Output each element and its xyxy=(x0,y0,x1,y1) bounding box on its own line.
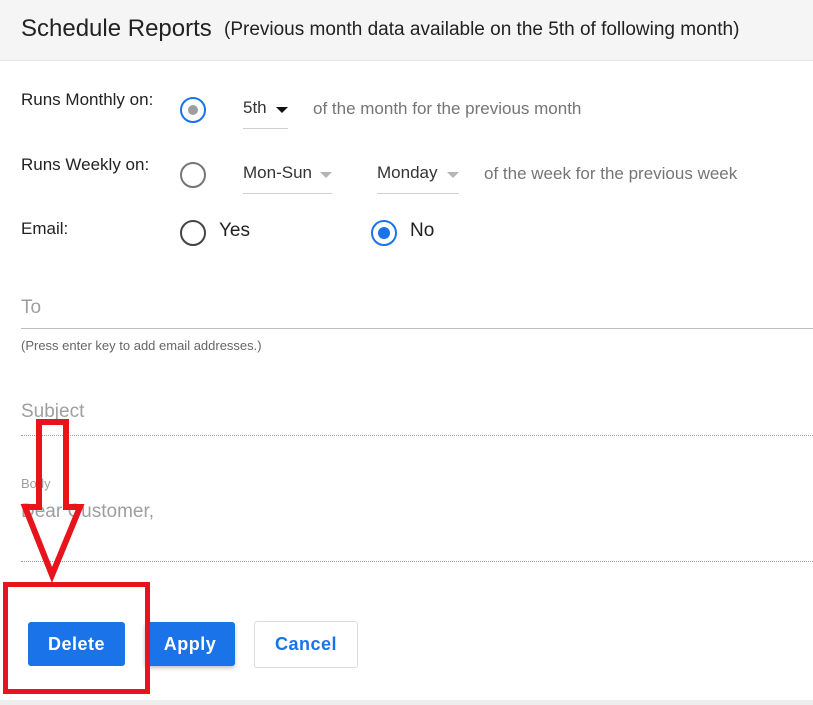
to-hint: (Press enter key to add email addresses.… xyxy=(21,338,262,353)
monthly-suffix: of the month for the previous month xyxy=(313,99,582,118)
footer-strip xyxy=(0,700,813,705)
radio-dot-icon xyxy=(188,105,198,115)
weekly-radio[interactable] xyxy=(180,162,206,188)
monthly-day-select[interactable]: 5th xyxy=(243,96,288,129)
delete-button[interactable]: Delete xyxy=(28,622,125,666)
weekly-day-value: Monday xyxy=(377,163,438,182)
weekly-day-select[interactable]: Monday xyxy=(377,161,459,194)
to-underline xyxy=(21,328,813,329)
page-title: Schedule Reports xyxy=(21,15,212,42)
page-subtitle: (Previous month data available on the 5t… xyxy=(224,19,740,40)
subject-label: Subject xyxy=(21,401,85,422)
monthly-day-value: 5th xyxy=(243,98,267,117)
to-field[interactable]: To xyxy=(21,290,813,330)
weekly-range-select[interactable]: Mon-Sun xyxy=(243,161,332,194)
to-label: To xyxy=(21,297,42,318)
caret-down-icon xyxy=(276,107,288,113)
cancel-button[interactable]: Cancel xyxy=(254,621,358,668)
email-yes-label[interactable]: Yes xyxy=(219,220,250,242)
radio-dot-icon xyxy=(378,227,390,239)
subject-field[interactable]: Subject xyxy=(21,395,813,437)
body-underline xyxy=(21,561,813,562)
email-no-radio[interactable] xyxy=(371,220,397,246)
email-yes-radio[interactable] xyxy=(180,220,206,246)
email-no-label[interactable]: No xyxy=(410,220,434,242)
weekly-label: Runs Weekly on: xyxy=(21,155,150,174)
subject-underline xyxy=(21,435,813,436)
body-value: Dear Customer, xyxy=(21,501,155,522)
caret-down-icon xyxy=(320,172,332,178)
monthly-radio[interactable] xyxy=(180,97,206,123)
body-label: Body xyxy=(21,476,51,491)
body-field[interactable]: Body Dear Customer, xyxy=(21,474,813,564)
weekly-suffix: of the week for the previous week xyxy=(484,164,738,183)
apply-button[interactable]: Apply xyxy=(145,622,235,666)
weekly-range-value: Mon-Sun xyxy=(243,163,312,182)
header: Schedule Reports (Previous month data av… xyxy=(0,0,813,61)
monthly-label: Runs Monthly on: xyxy=(21,90,154,109)
email-label: Email: xyxy=(21,219,69,238)
caret-down-icon xyxy=(447,172,459,178)
